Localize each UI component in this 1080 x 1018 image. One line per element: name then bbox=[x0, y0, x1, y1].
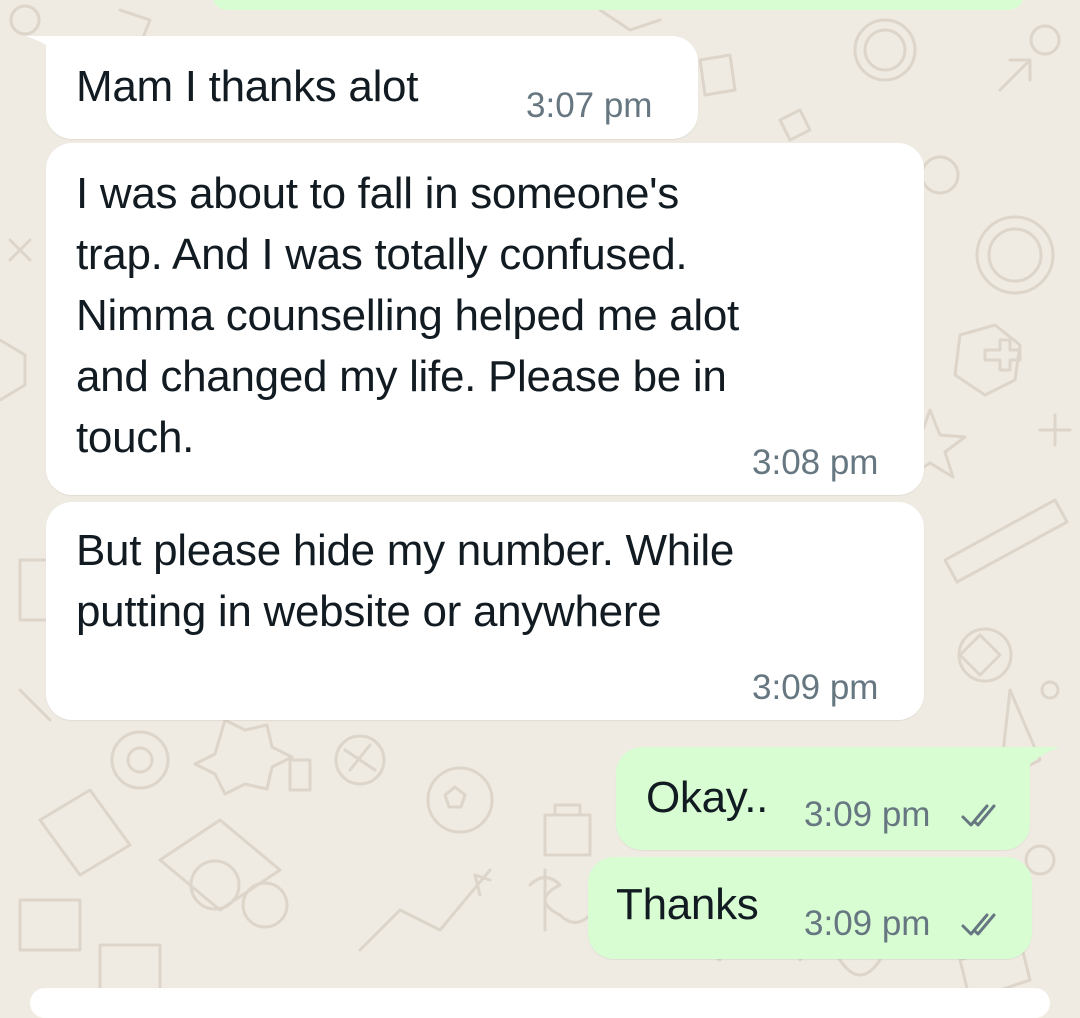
message-timestamp: 3:09 pm bbox=[804, 904, 931, 943]
next-message-edge bbox=[30, 988, 1050, 1018]
double-check-icon bbox=[961, 804, 996, 827]
message-text-line: and changed my life. Please be in bbox=[76, 352, 727, 401]
message-bubble-incoming[interactable]: I was about to fall in someone's trap. A… bbox=[46, 143, 924, 495]
message-text-line: trap. And I was totally confused. bbox=[76, 230, 688, 279]
double-check-icon bbox=[961, 913, 996, 936]
message-bubble-outgoing[interactable]: Okay.. 3:09 pm bbox=[616, 747, 1030, 850]
message-text-line: But please hide my number. While bbox=[76, 526, 735, 575]
previous-message-edge bbox=[212, 0, 1024, 10]
message-timestamp: 3:07 pm bbox=[526, 86, 653, 125]
message-text: Thanks bbox=[616, 880, 759, 929]
message-bubble-incoming[interactable]: Mam I thanks alot 3:07 pm bbox=[46, 36, 698, 139]
message-timestamp: 3:08 pm bbox=[752, 443, 879, 482]
message-text-line: putting in website or anywhere bbox=[76, 587, 662, 636]
message-text: Mam I thanks alot bbox=[76, 62, 419, 111]
message-timestamp: 3:09 pm bbox=[752, 668, 879, 707]
message-text-line: I was about to fall in someone's bbox=[76, 169, 679, 218]
message-text-line: Nimma counselling helped me alot bbox=[76, 291, 739, 340]
message-bubble-outgoing[interactable]: Thanks 3:09 pm bbox=[588, 857, 1032, 959]
message-text-line: touch. bbox=[76, 413, 195, 462]
message-text: Okay.. bbox=[646, 773, 769, 822]
message-timestamp: 3:09 pm bbox=[804, 795, 931, 834]
message-bubble-incoming[interactable]: But please hide my number. While putting… bbox=[46, 502, 924, 720]
